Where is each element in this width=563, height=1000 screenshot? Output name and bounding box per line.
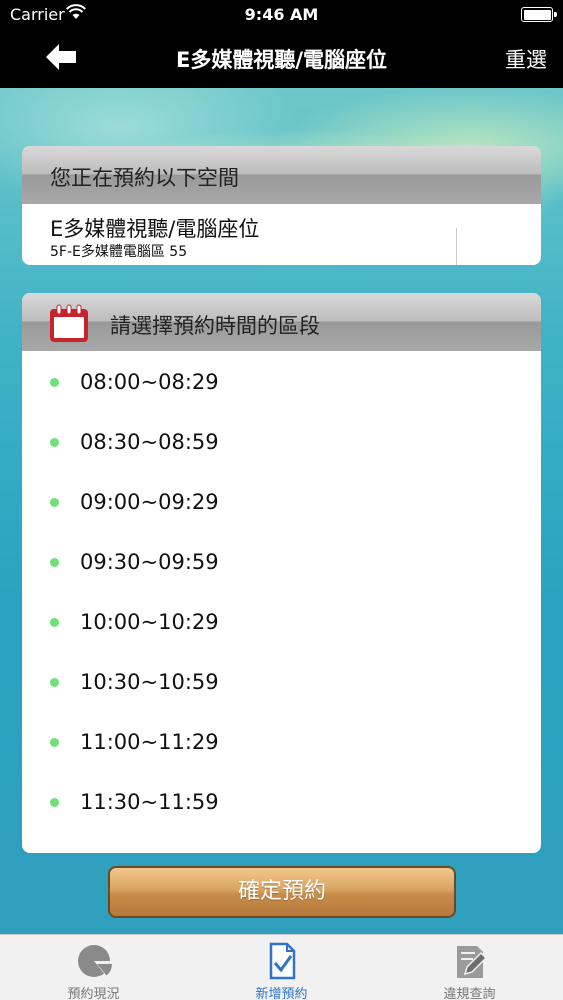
time-slot-label: 11:30~11:59 — [80, 790, 219, 814]
time-slot-item[interactable]: 10:00~10:29 — [22, 593, 541, 653]
space-code: 5F-E多媒體電腦區 55 — [50, 244, 188, 260]
slot-bullet-icon — [50, 678, 59, 687]
slot-bullet-icon — [50, 618, 59, 627]
time-slot-item[interactable]: 09:00~09:29 — [22, 473, 541, 533]
reset-button[interactable]: 重選 — [505, 44, 547, 74]
time-slot-label: 10:30~10:59 — [80, 670, 219, 694]
tab-new-reservation[interactable]: 新增預約 — [188, 935, 375, 1000]
time-slot-header: 請選擇預約時間的區段 — [22, 293, 541, 351]
reservation-summary-header: 您正在預約以下空間 — [22, 146, 541, 204]
document-check-icon — [269, 942, 296, 980]
space-name: E多媒體視聽/電腦座位 — [50, 217, 260, 241]
tab-violation-query[interactable]: 違規查詢 — [376, 935, 563, 1000]
time-slot-item[interactable]: 11:00~11:29 — [22, 713, 541, 773]
confirm-reservation-button[interactable]: 確定預約 — [108, 866, 456, 918]
tab-bar: 預約現況 新增預約 違規查詢 — [0, 934, 563, 1000]
top-bar: Carrier 9:46 AM E多媒體視聽/電腦座位 重選 — [0, 0, 563, 88]
slot-bullet-icon — [50, 498, 59, 507]
slot-bullet-icon — [50, 558, 59, 567]
time-slot-item[interactable]: 08:00~08:29 — [22, 353, 541, 413]
slot-bullet-icon — [50, 798, 59, 807]
reservation-summary-card: 您正在預約以下空間 E多媒體視聽/電腦座位 5F-E多媒體電腦區 55 — [22, 146, 541, 265]
slot-bullet-icon — [50, 378, 59, 387]
time-slot-label: 11:00~11:29 — [80, 730, 219, 754]
status-time: 9:46 AM — [244, 5, 319, 24]
document-pencil-icon — [457, 946, 488, 978]
time-slot-item[interactable]: 09:30~09:59 — [22, 533, 541, 593]
tab-label: 違規查詢 — [443, 987, 496, 1000]
time-slot-item[interactable]: 08:30~08:59 — [22, 413, 541, 473]
time-slot-label: 09:30~09:59 — [80, 550, 219, 574]
page-title: E多媒體視聽/電腦座位 — [175, 48, 387, 72]
time-slot-label: 10:00~10:29 — [80, 610, 219, 634]
time-slot-label: 08:00~08:29 — [80, 370, 219, 394]
time-slot-item[interactable]: 10:30~10:59 — [22, 653, 541, 713]
slot-bullet-icon — [50, 738, 59, 747]
status-bar: Carrier 9:46 AM — [0, 0, 563, 30]
tab-label: 新增預約 — [255, 987, 308, 1000]
time-slot-label: 08:30~08:59 — [80, 430, 219, 454]
tab-label: 預約現況 — [67, 987, 120, 1000]
slot-bullet-icon — [50, 438, 59, 447]
calendar-icon — [50, 304, 88, 342]
battery-icon — [521, 7, 557, 22]
time-slot-label: 09:00~09:29 — [80, 490, 219, 514]
tab-reservation-status[interactable]: 預約現況 — [0, 935, 187, 1000]
time-slot-item[interactable]: 11:30~11:59 — [22, 773, 541, 833]
nav-bar: E多媒體視聽/電腦座位 重選 — [0, 30, 563, 88]
time-slot-header-label: 請選擇預約時間的區段 — [110, 314, 320, 338]
divider — [456, 228, 457, 265]
time-slot-card: 請選擇預約時間的區段 08:00~08:29 08:30~08:59 09:00~0… — [22, 293, 541, 853]
pie-chart-icon — [78, 945, 112, 977]
back-arrow-icon[interactable] — [44, 42, 78, 72]
